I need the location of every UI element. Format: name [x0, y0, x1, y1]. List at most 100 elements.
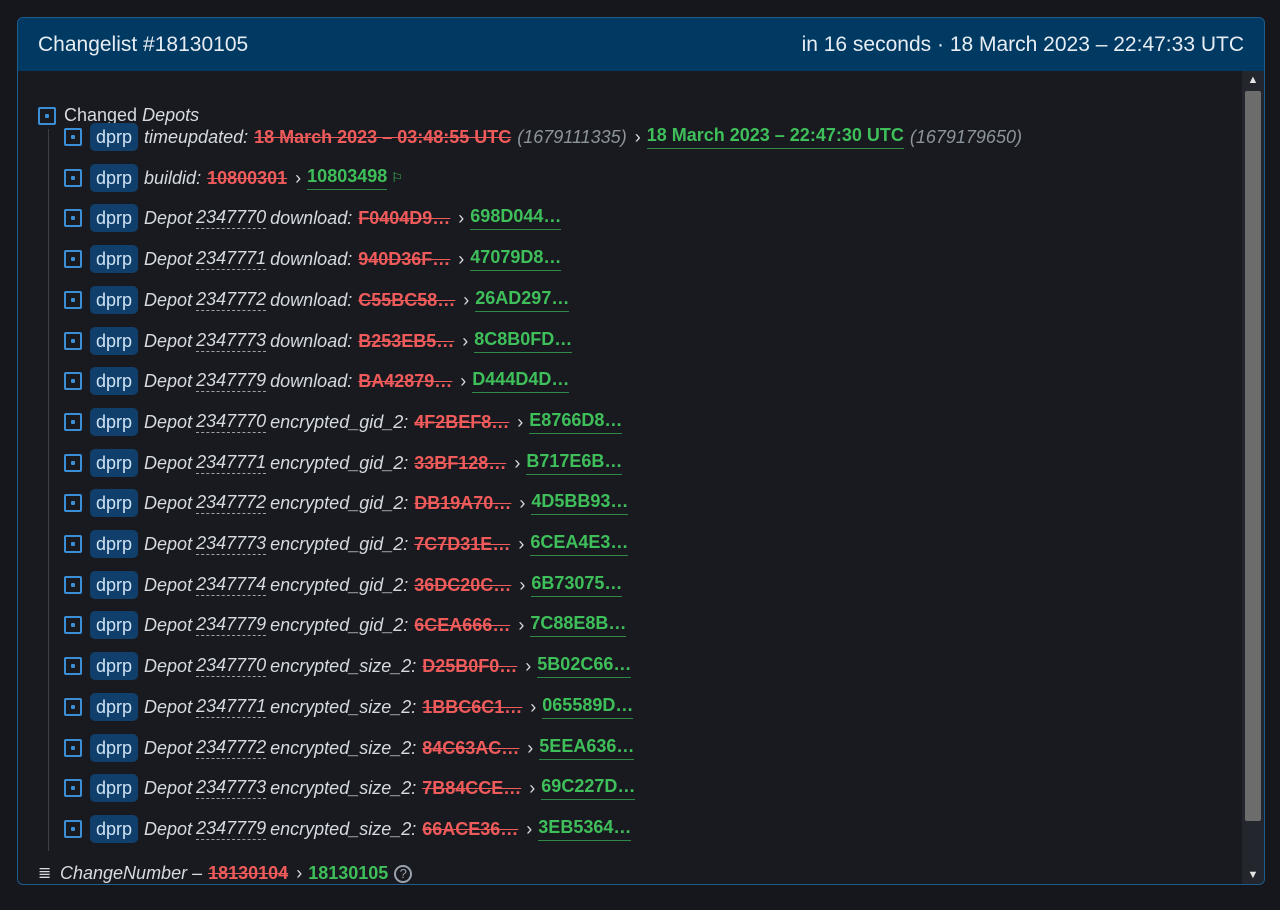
collapse-square-icon[interactable] — [64, 820, 82, 838]
dprp-tag[interactable]: dprp — [90, 611, 139, 639]
new-value[interactable]: D444D4D… — [472, 369, 570, 393]
help-icon[interactable]: ? — [394, 864, 413, 883]
depot-change-row: dprp Depot 2347770 encrypted_gid_2: 4F2BEF8…… — [64, 405, 623, 439]
depot-id-link[interactable]: 2347771 — [196, 452, 267, 474]
depot-id-link[interactable]: 2347779 — [196, 370, 267, 392]
depot-change-row: dprp Depot 2347773 encrypted_size_2: 7B84CCE… — [64, 771, 636, 805]
change-arrow: › — [526, 818, 533, 839]
collapse-square-icon[interactable] — [64, 616, 82, 634]
document-list-icon: ≣ — [38, 864, 52, 882]
scroll-thumb[interactable] — [1245, 91, 1261, 821]
depot-id-link[interactable]: 2347772 — [196, 737, 267, 759]
depot-id-link[interactable]: 2347771 — [196, 696, 267, 718]
change-number-key: ChangeNumber – — [60, 863, 203, 883]
depot-id-link[interactable]: 2347773 — [196, 330, 267, 352]
dprp-tag[interactable]: dprp — [90, 693, 139, 721]
dprp-tag[interactable]: dprp — [90, 327, 139, 355]
depot-id-link[interactable]: 2347770 — [196, 207, 267, 229]
depot-id-link[interactable]: 2347771 — [196, 248, 267, 270]
change-arrow: › — [462, 330, 469, 351]
collapse-square-icon[interactable] — [64, 209, 82, 227]
collapse-square-icon[interactable] — [64, 128, 82, 146]
depot-change-row: dprp Depot 2347772 download: C55BC58… › 26AD29… — [64, 283, 570, 317]
new-value[interactable]: 10803498 — [307, 166, 388, 190]
changelist-panel: Changelist #18130105 in 16 seconds · 18 … — [17, 17, 1265, 885]
dprp-tag[interactable]: dprp — [90, 245, 139, 273]
new-value[interactable]: 6CEA4E3… — [530, 532, 629, 556]
depot-prefix: Depot — [144, 777, 193, 798]
dprp-tag[interactable]: dprp — [90, 815, 139, 843]
vertical-scrollbar[interactable]: ▲ ▼ — [1242, 71, 1264, 884]
depot-id-link[interactable]: 2347773 — [196, 533, 267, 555]
collapse-square-icon[interactable] — [64, 779, 82, 797]
depot-field: encrypted_gid_2: — [270, 614, 409, 635]
depot-id-link[interactable]: 2347772 — [196, 289, 267, 311]
collapse-square-icon[interactable] — [64, 535, 82, 553]
new-value[interactable]: E8766D8… — [529, 410, 623, 434]
collapse-square-icon[interactable] — [38, 106, 56, 125]
collapse-square-icon[interactable] — [64, 739, 82, 757]
new-value[interactable]: 7C88E8B… — [530, 613, 627, 637]
dprp-tag[interactable]: dprp — [90, 449, 139, 477]
new-value[interactable]: 5EEA636… — [539, 736, 635, 760]
collapse-square-icon[interactable] — [64, 250, 82, 268]
new-value[interactable]: 065589D… — [542, 695, 634, 719]
flag-icon[interactable]: ⚐ — [391, 170, 403, 186]
new-value[interactable]: 4D5BB93… — [531, 491, 629, 515]
collapse-square-icon[interactable] — [64, 169, 82, 187]
dprp-tag[interactable]: dprp — [90, 652, 139, 680]
new-value[interactable]: 6B73075… — [531, 573, 623, 597]
dprp-tag[interactable]: dprp — [90, 774, 139, 802]
depot-id-link[interactable]: 2347772 — [196, 492, 267, 514]
depot-id-link[interactable]: 2347774 — [196, 574, 267, 596]
old-value: 940D36F… — [358, 248, 451, 269]
depot-id-link[interactable]: 2347770 — [196, 655, 267, 677]
new-value[interactable]: 47079D8… — [470, 247, 562, 271]
scroll-up-icon[interactable]: ▲ — [1242, 71, 1264, 89]
dprp-tag[interactable]: dprp — [90, 286, 139, 314]
dprp-tag[interactable]: dprp — [90, 571, 139, 599]
dprp-tag[interactable]: dprp — [90, 204, 139, 232]
dprp-tag[interactable]: dprp — [90, 408, 139, 436]
new-raw-value: (1679179650) — [909, 126, 1022, 147]
collapse-square-icon[interactable] — [64, 454, 82, 472]
new-value[interactable]: 26AD297… — [475, 288, 570, 312]
new-value[interactable]: 5B02C66… — [537, 654, 632, 678]
depot-id-link[interactable]: 2347773 — [196, 777, 267, 799]
collapse-square-icon[interactable] — [64, 698, 82, 716]
depot-prefix: Depot — [144, 574, 193, 595]
depot-prefix: Depot — [144, 655, 193, 676]
collapse-square-icon[interactable] — [64, 372, 82, 390]
collapse-square-icon[interactable] — [64, 413, 82, 431]
depot-id-link[interactable]: 2347770 — [196, 411, 267, 433]
new-value[interactable]: 698D044… — [470, 206, 562, 230]
collapse-square-icon[interactable] — [64, 291, 82, 309]
dprp-tag[interactable]: dprp — [90, 123, 139, 151]
collapse-square-icon[interactable] — [64, 494, 82, 512]
dprp-tag[interactable]: dprp — [90, 367, 139, 395]
depot-change-row: dprp Depot 2347779 encrypted_size_2: 66ACE36… — [64, 812, 632, 846]
depot-id-link[interactable]: 2347779 — [196, 818, 267, 840]
depot-field: encrypted_size_2: — [270, 818, 417, 839]
new-value[interactable]: B717E6B… — [526, 451, 623, 475]
old-value: 18 March 2023 – 03:48:55 UTC — [254, 126, 512, 147]
dprp-tag[interactable]: dprp — [90, 489, 139, 517]
old-value: 10800301 — [207, 167, 288, 188]
new-value[interactable]: 18 March 2023 – 22:47:30 UTC — [646, 125, 904, 149]
dprp-tag[interactable]: dprp — [90, 530, 139, 558]
changelist-title[interactable]: Changelist #18130105 — [38, 33, 248, 57]
dprp-tag[interactable]: dprp — [90, 734, 139, 762]
depot-field: encrypted_size_2: — [270, 737, 417, 758]
change-arrow: › — [514, 452, 521, 473]
new-value[interactable]: 8C8B0FD… — [474, 329, 573, 353]
depot-id-link[interactable]: 2347779 — [196, 614, 267, 636]
dprp-tag[interactable]: dprp — [90, 164, 139, 192]
scroll-down-icon[interactable]: ▼ — [1242, 866, 1264, 884]
new-value[interactable]: 3EB5364… — [538, 817, 632, 841]
collapse-square-icon[interactable] — [64, 657, 82, 675]
collapse-square-icon[interactable] — [64, 576, 82, 594]
old-value: 7B84CCE… — [422, 777, 522, 798]
change-row: dprp buildid: 10800301 › 10803498 ⚐ — [64, 161, 403, 195]
collapse-square-icon[interactable] — [64, 332, 82, 350]
new-value[interactable]: 69C227D… — [541, 776, 636, 800]
